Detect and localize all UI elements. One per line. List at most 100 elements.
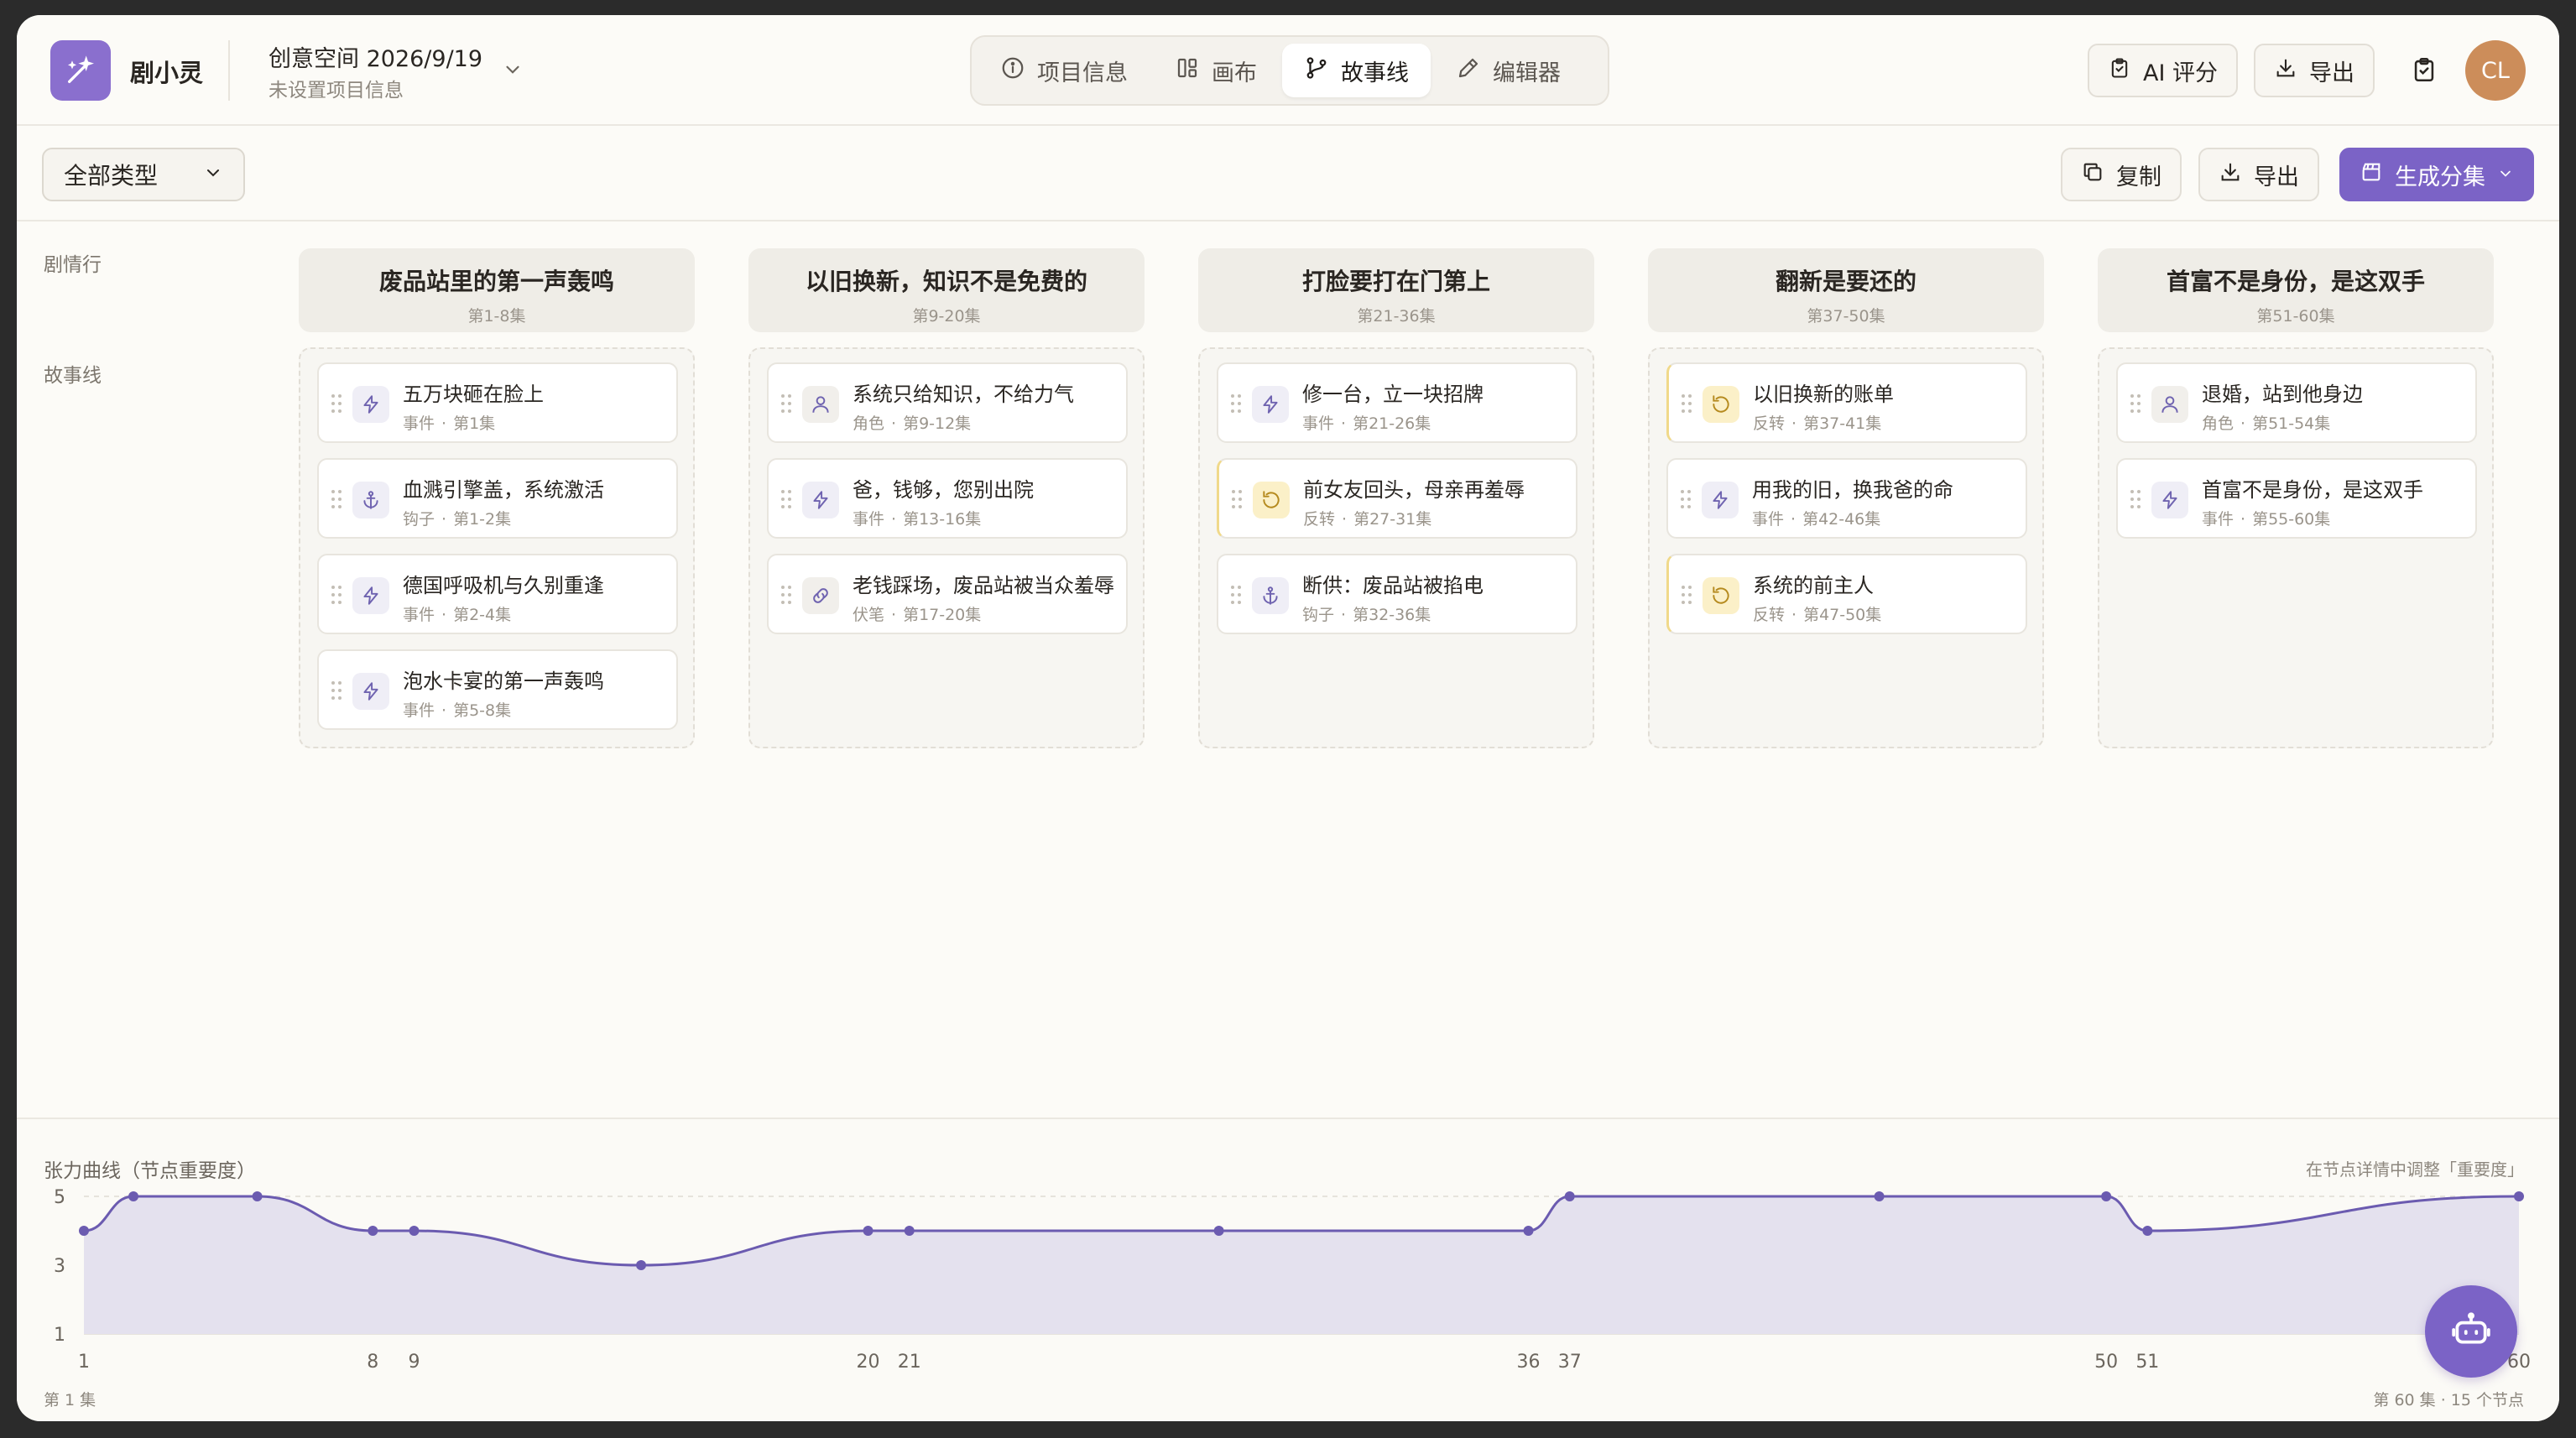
meta-separator: ·	[441, 606, 447, 624]
story-node-card[interactable]: 系统的前主人 反转 · 第47-50集	[1666, 554, 2027, 634]
story-node-card[interactable]: 爸，钱够，您别出院 事件 · 第13-16集	[767, 458, 1128, 539]
drag-handle-icon[interactable]	[1681, 584, 1692, 606]
tab-project-info[interactable]: 项目信息	[978, 44, 1150, 97]
drag-handle-icon[interactable]	[780, 488, 792, 510]
chevron-down-icon[interactable]	[502, 59, 524, 84]
node-meta: 反转 · 第27-31集	[1303, 507, 1431, 529]
tab-editor[interactable]: 编辑器	[1434, 44, 1583, 97]
tab-storyline[interactable]: 故事线	[1282, 44, 1431, 97]
node-meta: 事件 · 第2-4集	[403, 602, 511, 625]
info-icon	[1000, 55, 1025, 86]
tension-point	[409, 1226, 420, 1236]
copy-icon	[2081, 160, 2104, 190]
node-title: 老钱踩场，废品站被当众羞辱	[853, 574, 1114, 597]
arc-title: 翻新是要还的	[1775, 268, 1916, 295]
arc-header[interactable]: 废品站里的第一声轰鸣 第1-8集	[299, 248, 695, 332]
assistant-bot-button[interactable]	[2425, 1285, 2517, 1378]
node-title: 五万块砸在脸上	[403, 383, 544, 406]
drag-handle-icon[interactable]	[331, 393, 342, 414]
x-tick-label: 20	[857, 1352, 880, 1373]
node-episodes: 第5-8集	[453, 701, 512, 720]
node-title: 泡水卡宴的第一声轰鸣	[403, 670, 604, 693]
header-export-button[interactable]: 导出	[2254, 44, 2375, 97]
arc-episode-range: 第1-8集	[467, 307, 526, 326]
project-title[interactable]: 创意空间 2026/9/19	[269, 40, 482, 73]
meta-separator: ·	[1791, 606, 1797, 624]
story-node-card[interactable]: 系统只给知识，不给力气 角色 · 第9-12集	[767, 362, 1128, 443]
y-tick-label: 3	[54, 1256, 65, 1277]
node-type: 角色	[2202, 414, 2234, 433]
generate-episodes-button[interactable]: 生成分集	[2339, 148, 2534, 201]
drag-handle-icon[interactable]	[331, 488, 342, 510]
pencil-icon	[1456, 55, 1481, 86]
drag-handle-icon[interactable]	[331, 680, 342, 701]
story-node-card[interactable]: 五万块砸在脸上 事件 · 第1集	[317, 362, 678, 443]
story-node-card[interactable]: 修一台，立一块招牌 事件 · 第21-26集	[1217, 362, 1577, 443]
ai-score-button[interactable]: AI 评分	[2088, 44, 2239, 97]
drag-handle-icon[interactable]	[2130, 488, 2141, 510]
tension-point	[636, 1260, 647, 1270]
copy-button[interactable]: 复制	[2061, 148, 2182, 201]
node-meta: 伏笔 · 第17-20集	[853, 602, 981, 625]
meta-separator: ·	[2240, 510, 2246, 529]
drag-handle-icon[interactable]	[1681, 393, 1692, 414]
node-type: 角色	[853, 414, 885, 433]
drag-handle-icon[interactable]	[1231, 488, 1243, 510]
logo-icon[interactable]	[50, 40, 111, 101]
tab-label: 项目信息	[1037, 60, 1128, 86]
drag-handle-icon[interactable]	[1230, 584, 1242, 606]
storyline-lane[interactable]: 退婚，站到他身边 角色 · 第51-54集 首富不是身份，是这双手 事件 · 第55-60集	[2098, 347, 2494, 748]
node-type: 事件	[403, 606, 435, 624]
story-node-card[interactable]: 用我的旧，换我爸的命 事件 · 第42-46集	[1666, 458, 2027, 539]
story-node-card[interactable]: 前女友回头，母亲再羞辱 反转 · 第27-31集	[1217, 458, 1577, 539]
storyline-lane[interactable]: 系统只给知识，不给力气 角色 · 第9-12集 爸，钱够，您别出院 事件 · 第13-16集老…	[748, 347, 1145, 748]
node-episodes: 第1-2集	[453, 510, 512, 529]
arc-header[interactable]: 以旧换新，知识不是免费的 第9-20集	[748, 248, 1145, 332]
story-node-card[interactable]: 血溅引擎盖，系统激活 钩子 · 第1-2集	[317, 458, 678, 539]
drag-handle-icon[interactable]	[1230, 393, 1242, 414]
tab-canvas[interactable]: 画布	[1153, 44, 1279, 97]
story-node-card[interactable]: 老钱踩场，废品站被当众羞辱 伏笔 · 第17-20集	[767, 554, 1128, 634]
tension-point	[128, 1191, 139, 1201]
story-node-card[interactable]: 德国呼吸机与久别重逢 事件 · 第2-4集	[317, 554, 678, 634]
toolbar-export-button[interactable]: 导出	[2198, 148, 2319, 201]
drag-handle-icon[interactable]	[780, 393, 792, 414]
node-meta: 钩子 · 第32-36集	[1302, 602, 1431, 625]
meta-separator: ·	[441, 701, 447, 720]
drag-handle-icon[interactable]	[1680, 488, 1692, 510]
node-title: 血溅引擎盖，系统激活	[403, 478, 604, 502]
avatar[interactable]: CL	[2465, 40, 2526, 101]
arc-header[interactable]: 首富不是身份，是这双手 第51-60集	[2098, 248, 2494, 332]
node-title: 用我的旧，换我爸的命	[1752, 478, 1953, 502]
meta-separator: ·	[1791, 414, 1797, 433]
arc-title: 首富不是身份，是这双手	[2166, 268, 2425, 295]
story-node-card[interactable]: 退婚，站到他身边 角色 · 第51-54集	[2116, 362, 2477, 443]
tension-point	[1564, 1191, 1575, 1201]
link-icon	[802, 577, 839, 614]
tension-point	[1874, 1191, 1885, 1201]
node-meta: 角色 · 第51-54集	[2202, 411, 2330, 434]
arc-header[interactable]: 打脸要打在门第上 第21-36集	[1198, 248, 1594, 332]
storyline-lane[interactable]: 修一台，立一块招牌 事件 · 第21-26集 前女友回头，母亲再羞辱 反转 · 第27-31集…	[1198, 347, 1594, 748]
story-node-card[interactable]: 以旧换新的账单 反转 · 第37-41集	[1666, 362, 2027, 443]
node-meta: 钩子 · 第1-2集	[403, 507, 511, 529]
tension-point	[2514, 1191, 2524, 1201]
story-node-card[interactable]: 泡水卡宴的第一声轰鸣 事件 · 第5-8集	[317, 649, 678, 730]
node-type: 钩子	[1302, 606, 1335, 624]
arc-header[interactable]: 翻新是要还的 第37-50集	[1648, 248, 2044, 332]
node-title: 爸，钱够，您别出院	[853, 478, 1034, 502]
story-node-card[interactable]: 首富不是身份，是这双手 事件 · 第55-60集	[2116, 458, 2477, 539]
user-icon	[2151, 386, 2188, 423]
drag-handle-icon[interactable]	[331, 584, 342, 606]
drag-handle-icon[interactable]	[780, 584, 792, 606]
type-filter-select[interactable]: 全部类型	[42, 148, 245, 201]
tab-label: 故事线	[1341, 60, 1409, 86]
storyline-lane[interactable]: 以旧换新的账单 反转 · 第37-41集 用我的旧，换我爸的命 事件 · 第42-46集 系统的…	[1648, 347, 2044, 748]
drag-handle-icon[interactable]	[2130, 393, 2141, 414]
generate-label: 生成分集	[2395, 164, 2485, 190]
chevron-down-icon	[2497, 162, 2514, 188]
anchor-icon	[352, 482, 389, 518]
storyline-lane[interactable]: 五万块砸在脸上 事件 · 第1集 血溅引擎盖，系统激活 钩子 · 第1-2集 德国呼吸机与久别重…	[299, 347, 695, 748]
story-node-card[interactable]: 断供：废品站被掐电 钩子 · 第32-36集	[1217, 554, 1577, 634]
clipboard-icon[interactable]	[2410, 55, 2438, 87]
